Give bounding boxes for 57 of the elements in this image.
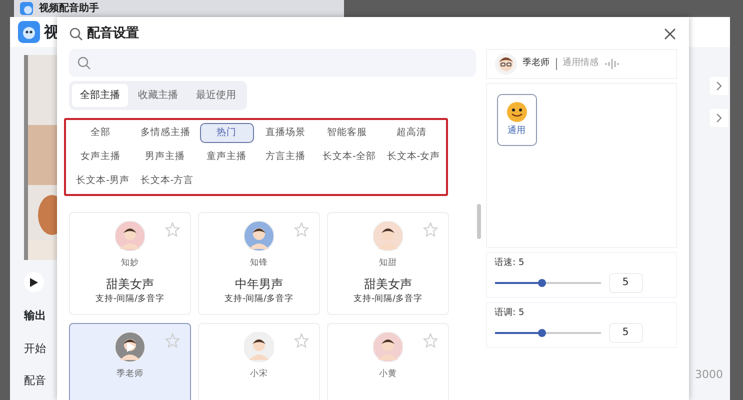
play-button[interactable] [24,272,44,292]
voice-name: 知甜 [379,257,397,270]
voice-name: 小宋 [250,368,268,381]
voice-name: 季老师 [522,57,550,70]
voice-title: 中年男声 [235,276,283,293]
voice-name: 小黄 [379,368,397,381]
window-title: 视频配音助手 [39,4,99,14]
star-icon[interactable] [423,222,438,237]
slider-thumb[interactable] [538,328,546,336]
field-label: 输出 [24,308,47,324]
search-icon [77,56,91,70]
voice-card[interactable]: 小黄 [327,323,449,400]
star-icon[interactable] [294,222,309,237]
voice-card[interactable]: 小宋 [198,323,320,400]
voice-card[interactable]: 季老师 [69,323,191,400]
slider-label: 语速: 5 [494,257,526,270]
voice-name: 知妙 [121,257,139,270]
field-label: 开始 [24,340,47,356]
play-icon [30,278,38,286]
voice-card[interactable]: 知锋 中年男声 支持-间隔/多音字 [198,212,320,315]
star-icon[interactable] [294,333,309,348]
slider-thumb[interactable] [538,278,546,286]
sound-wave-icon [604,59,621,69]
dialog-title: 配音设置 [87,24,139,44]
emotion-label: 通用情感 [562,57,599,70]
voice-features: 支持-间隔/多音字 [224,292,294,306]
chevron-right-icon [716,113,722,123]
voice-name: 知锋 [250,257,268,270]
tab[interactable]: 收藏主播 [130,84,186,107]
slider-label: 语调: 5 [494,307,526,320]
search-field[interactable] [69,49,476,77]
app-logo-icon [20,2,33,15]
star-icon[interactable] [423,333,438,348]
close-button[interactable] [663,27,677,41]
scrollbar-thumb[interactable] [477,204,481,239]
value-field[interactable]: 5 [608,322,643,342]
star-icon[interactable] [165,333,180,348]
voice-title: 甜美女声 [364,276,412,293]
emotion-button[interactable]: 通用 [496,94,537,146]
category-tag[interactable]: 热门 [200,123,254,143]
voice-card[interactable]: 知妙 甜美女声 支持-间隔/多音字 [69,212,191,315]
search-icon [69,27,83,41]
voice-card[interactable]: 知甜 甜美女声 支持-间隔/多音字 [327,212,449,315]
voice-name: 季老师 [116,368,144,381]
voice-features: 支持-间隔/多音字 [354,292,422,306]
star-icon[interactable] [165,222,180,237]
voice-features: 支持-间隔/多音字 [96,292,164,306]
field-label: 配音 [24,373,47,389]
avatar-icon [494,53,517,75]
tab[interactable]: 全部主播 [72,84,128,107]
value-field[interactable]: 5 [608,272,643,292]
chevron-right-icon [716,81,722,91]
app-logo-icon [18,21,40,43]
tab[interactable]: 最近使用 [188,84,244,107]
value-text: 3000 [695,367,723,383]
voice-title: 甜美女声 [106,276,154,293]
smiley-icon [506,101,528,124]
